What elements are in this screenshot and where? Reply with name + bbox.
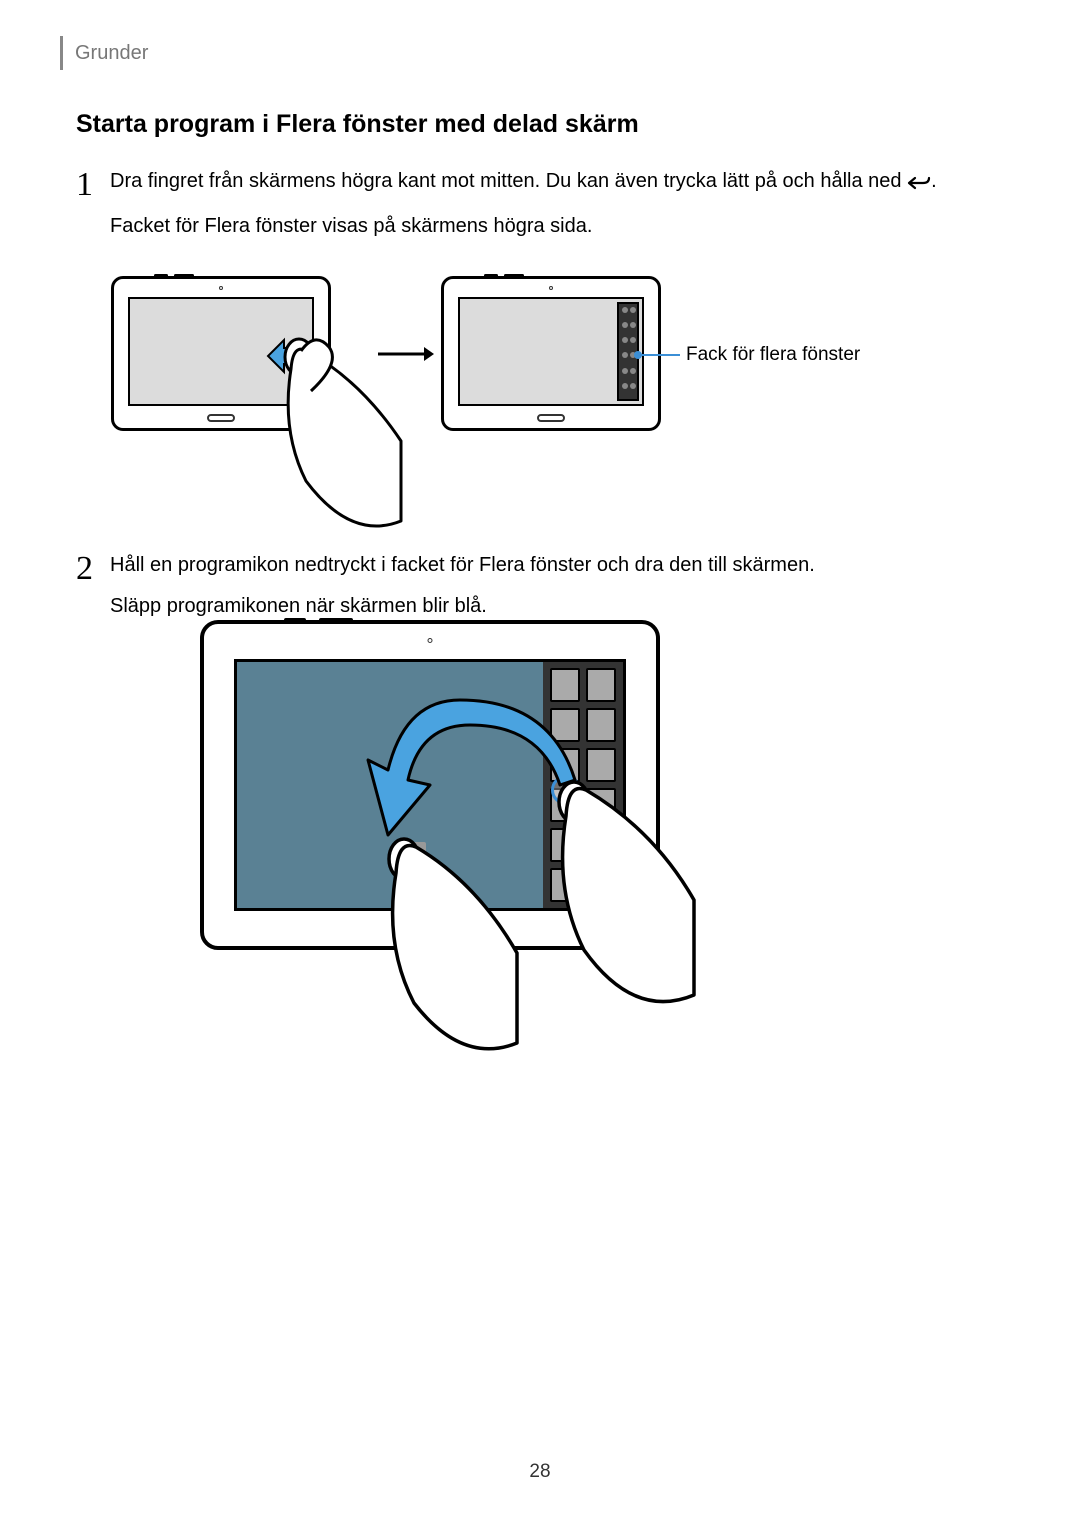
screen-with-tray xyxy=(458,297,644,406)
callout-text: Fack för flera fönster xyxy=(686,344,860,366)
back-icon xyxy=(907,170,931,201)
step-1-text-b: . xyxy=(931,170,937,192)
page-number: 28 xyxy=(0,1461,1080,1483)
step-1-text-2: Facket för Flera fönster visas på skärme… xyxy=(110,211,1004,242)
transition-arrow-icon xyxy=(376,344,436,369)
step-2-text-1: Håll en programikon nedtryckt i facket f… xyxy=(110,550,1004,581)
hand-hold-icon xyxy=(534,780,704,1015)
step-2-body: Håll en programikon nedtryckt i facket f… xyxy=(110,550,1004,622)
illustration-swipe-tray: Fack för flera fönster xyxy=(111,276,881,536)
step-1: 1 Dra fingret från skärmens högra kant m… xyxy=(76,166,1004,244)
step-2-number: 2 xyxy=(76,550,93,588)
hand-drop-icon xyxy=(362,835,522,1060)
step-2-text-2: Släpp programikonen när skärmen blir blå… xyxy=(110,591,1004,622)
section-heading: Starta program i Flera fönster med delad… xyxy=(76,110,639,139)
step-1-number: 1 xyxy=(76,166,93,204)
header: Grunder xyxy=(60,36,148,70)
illustration-drag-app xyxy=(200,620,720,1050)
callout-line xyxy=(638,354,680,356)
step-2: 2 Håll en programikon nedtryckt i facket… xyxy=(76,550,1004,624)
header-breadcrumb: Grunder xyxy=(75,42,148,65)
tablet-after xyxy=(441,276,661,431)
step-1-body: Dra fingret från skärmens högra kant mot… xyxy=(110,166,1004,242)
header-divider xyxy=(60,36,63,70)
step-1-text: Dra fingret från skärmens högra kant mot… xyxy=(110,166,1004,201)
step-1-text-a: Dra fingret från skärmens högra kant mot… xyxy=(110,170,907,192)
